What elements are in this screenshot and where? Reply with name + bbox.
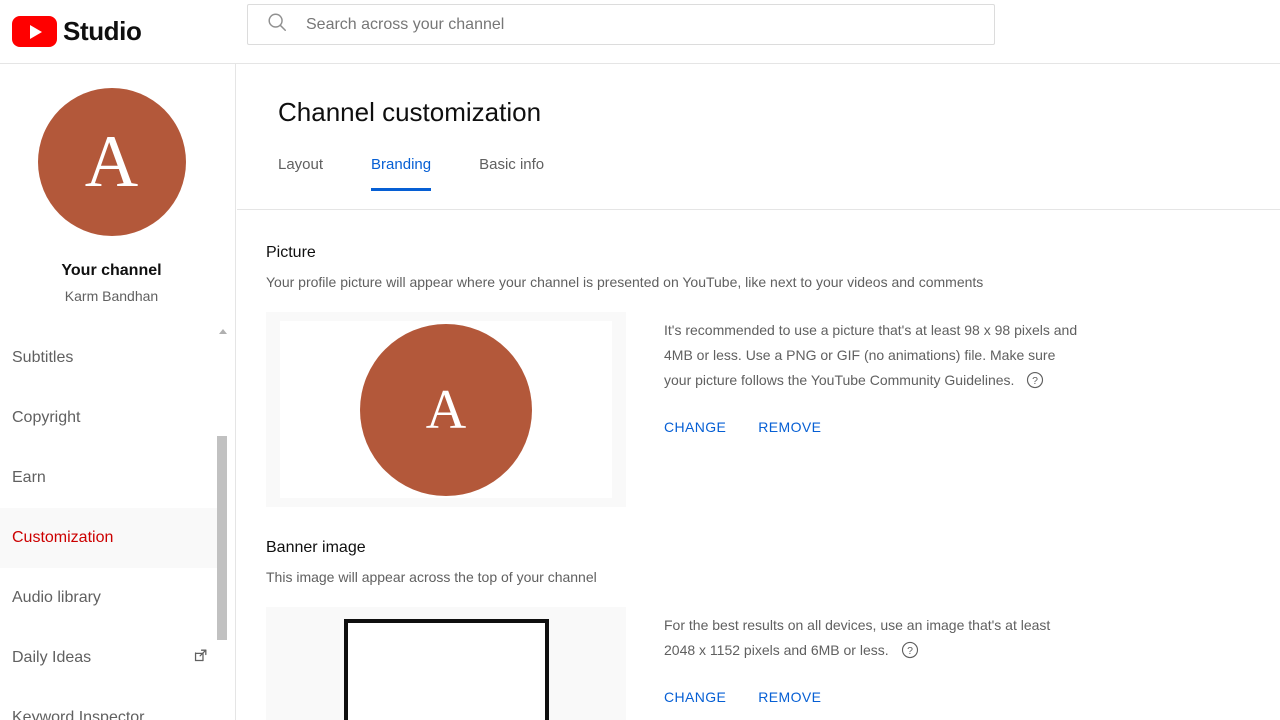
channel-name: Karm Bandhan — [64, 288, 159, 304]
studio-logo[interactable]: Studio — [12, 0, 224, 64]
channel-label: Your channel — [61, 262, 162, 279]
picture-subtext: Your profile picture will appear where y… — [266, 274, 984, 290]
picture-preview[interactable]: A — [266, 312, 626, 507]
sidebar-item-subtitles[interactable]: Subtitles — [0, 328, 223, 388]
tab-bar: Layout Branding Basic info — [278, 156, 1280, 191]
banner-remove-button[interactable]: Remove — [758, 689, 821, 705]
main-content: Channel customization Layout Branding Ba… — [237, 64, 1280, 720]
picture-preview-avatar: A — [360, 323, 532, 496]
left-sidebar: A Your channel Karm Bandhan Subtitles Co… — [0, 64, 236, 720]
channel-summary[interactable]: A Your channel Karm Bandhan — [0, 64, 223, 304]
tab-basic-info[interactable]: Basic info — [455, 156, 568, 191]
tab-label: Layout — [278, 156, 324, 173]
sidebar-item-label: Customization — [12, 529, 114, 546]
sidebar-item-label: Daily Ideas — [12, 649, 92, 666]
sidebar-item-keyword-inspector[interactable]: Keyword Inspector — [0, 688, 223, 720]
sidebar-item-daily-ideas[interactable]: Daily Ideas — [0, 628, 223, 688]
sidebar-item-label: Audio library — [12, 589, 101, 606]
sidebar-item-audio-library[interactable]: Audio library — [0, 568, 223, 628]
picture-info-text: It's recommended to use a picture that's… — [664, 318, 1084, 397]
sidebar-item-label: Earn — [12, 469, 46, 486]
picture-info-copy: It's recommended to use a picture that's… — [664, 322, 1078, 388]
scrollbar-thumb[interactable] — [217, 436, 227, 640]
top-header-bar: Studio — [0, 0, 1280, 64]
banner-actions: Change Remove — [664, 689, 1084, 705]
picture-change-button[interactable]: Change — [664, 419, 726, 435]
banner-preview[interactable] — [266, 607, 626, 720]
tabs-divider — [237, 209, 1280, 210]
avatar[interactable]: A — [37, 88, 186, 236]
banner-preview-frame — [343, 619, 549, 720]
youtube-studio-app: Studio A Your channel Karm Bandhan Subti… — [0, 0, 1280, 720]
search-icon — [266, 11, 288, 38]
external-link-icon — [192, 647, 209, 669]
scroll-up-arrow-icon[interactable] — [219, 329, 227, 334]
tab-label: Branding — [371, 156, 432, 173]
picture-section: Picture Your profile picture will appear… — [266, 244, 1084, 507]
search-input[interactable] — [306, 10, 946, 39]
svg-text:?: ? — [907, 645, 913, 657]
sidebar-item-label: Keyword Inspector — [12, 709, 145, 720]
picture-actions: Change Remove — [664, 419, 1084, 435]
sidebar-scrollbar[interactable] — [217, 64, 229, 720]
svg-text:?: ? — [1032, 375, 1038, 387]
sidebar-item-label: Subtitles — [12, 349, 74, 366]
picture-heading: Picture — [266, 244, 316, 261]
banner-info-text: For the best results on all devices, use… — [664, 613, 1084, 667]
banner-subtext: This image will appear across the top of… — [266, 569, 597, 585]
help-circle-icon[interactable]: ? — [1026, 371, 1044, 397]
search-bar[interactable] — [247, 4, 995, 45]
help-circle-icon[interactable]: ? — [901, 641, 919, 667]
sidebar-nav: Subtitles Copyright Earn Customization A… — [0, 328, 223, 720]
tab-layout[interactable]: Layout — [278, 156, 347, 191]
studio-wordmark: Studio — [63, 16, 142, 46]
sidebar-item-customization[interactable]: Customization — [0, 508, 223, 568]
youtube-logo-icon — [12, 16, 57, 47]
sidebar-item-copyright[interactable]: Copyright — [0, 388, 223, 448]
page-title: Channel customization — [278, 97, 542, 127]
banner-info-copy: For the best results on all devices, use… — [664, 617, 1051, 658]
tab-label: Basic info — [479, 156, 545, 173]
banner-section: Banner image This image will appear acro… — [266, 539, 1084, 720]
banner-change-button[interactable]: Change — [664, 689, 726, 705]
banner-heading: Banner image — [266, 539, 366, 556]
picture-remove-button[interactable]: Remove — [758, 419, 821, 435]
sidebar-item-earn[interactable]: Earn — [0, 448, 223, 508]
sidebar-item-label: Copyright — [12, 409, 81, 426]
tab-branding[interactable]: Branding — [347, 156, 455, 191]
